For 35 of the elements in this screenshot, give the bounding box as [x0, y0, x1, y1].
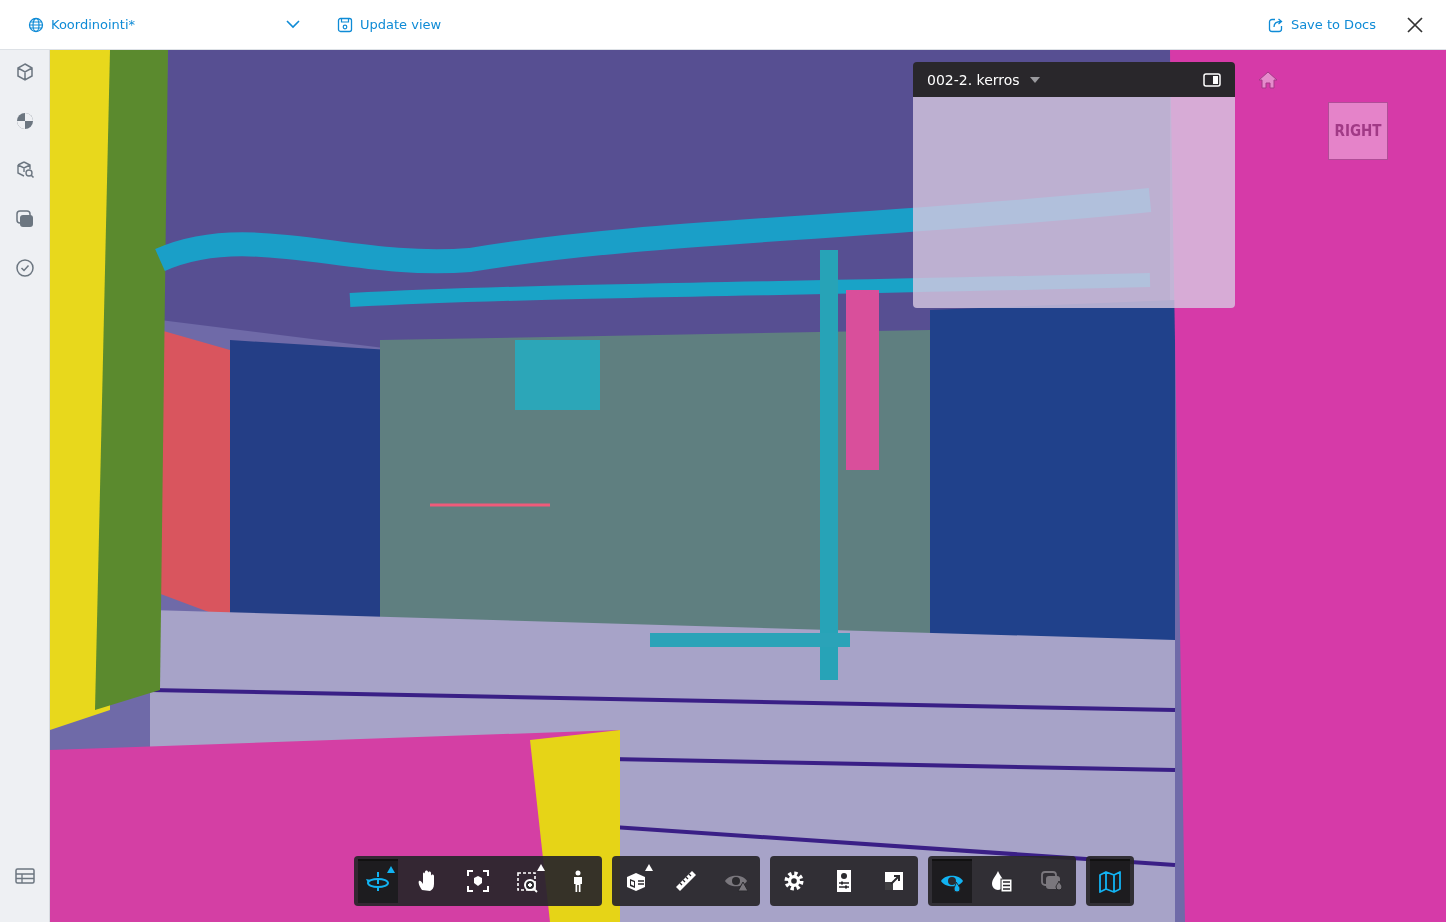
- pie-chart-icon: [14, 111, 35, 131]
- map-icon: [1098, 870, 1122, 894]
- globe-icon: [28, 16, 44, 33]
- droplet-list-icon: [990, 869, 1014, 893]
- check-circle-icon: [14, 258, 35, 278]
- cube-search-icon: [14, 160, 35, 180]
- panel-toggle-icon[interactable]: [1203, 72, 1221, 87]
- sidebar-table-button[interactable]: [14, 866, 35, 886]
- ghost-tool-button[interactable]: [932, 859, 972, 903]
- expand-icon: [882, 869, 906, 893]
- ruler-icon: [674, 869, 698, 893]
- zoom-window-icon: [516, 869, 540, 893]
- focus-frame-icon: [466, 869, 490, 893]
- update-view-button[interactable]: Update view: [337, 12, 442, 37]
- save-to-docs-button[interactable]: Save to Docs: [1267, 12, 1376, 37]
- orbit-icon: [366, 870, 390, 894]
- settings-icon: [782, 869, 806, 893]
- dropdown-arrow-icon: [1029, 76, 1040, 83]
- close-button[interactable]: [1406, 15, 1424, 34]
- sidebar-search-button[interactable]: [14, 160, 35, 180]
- view-selector[interactable]: Koordinointi*: [28, 12, 300, 37]
- level-dropdown[interactable]: 002-2. kerros: [927, 71, 1040, 88]
- sidebar-layers-button[interactable]: [14, 209, 35, 229]
- view-cube[interactable]: RIGHT: [1328, 102, 1388, 160]
- close-icon: [1406, 15, 1424, 34]
- orbit-tool-button[interactable]: [358, 859, 398, 903]
- share-icon: [1267, 16, 1284, 33]
- stacked-squares-icon: [14, 209, 35, 229]
- sidebar-sheets-button[interactable]: [14, 111, 35, 131]
- chevron-down-icon: [286, 20, 300, 29]
- cube-icon: [14, 62, 35, 82]
- table-icon: [14, 866, 35, 886]
- sidebar-issues-button[interactable]: [14, 258, 35, 278]
- squares-droplet-icon: [1040, 869, 1064, 893]
- sidebar-model-button[interactable]: [14, 62, 35, 82]
